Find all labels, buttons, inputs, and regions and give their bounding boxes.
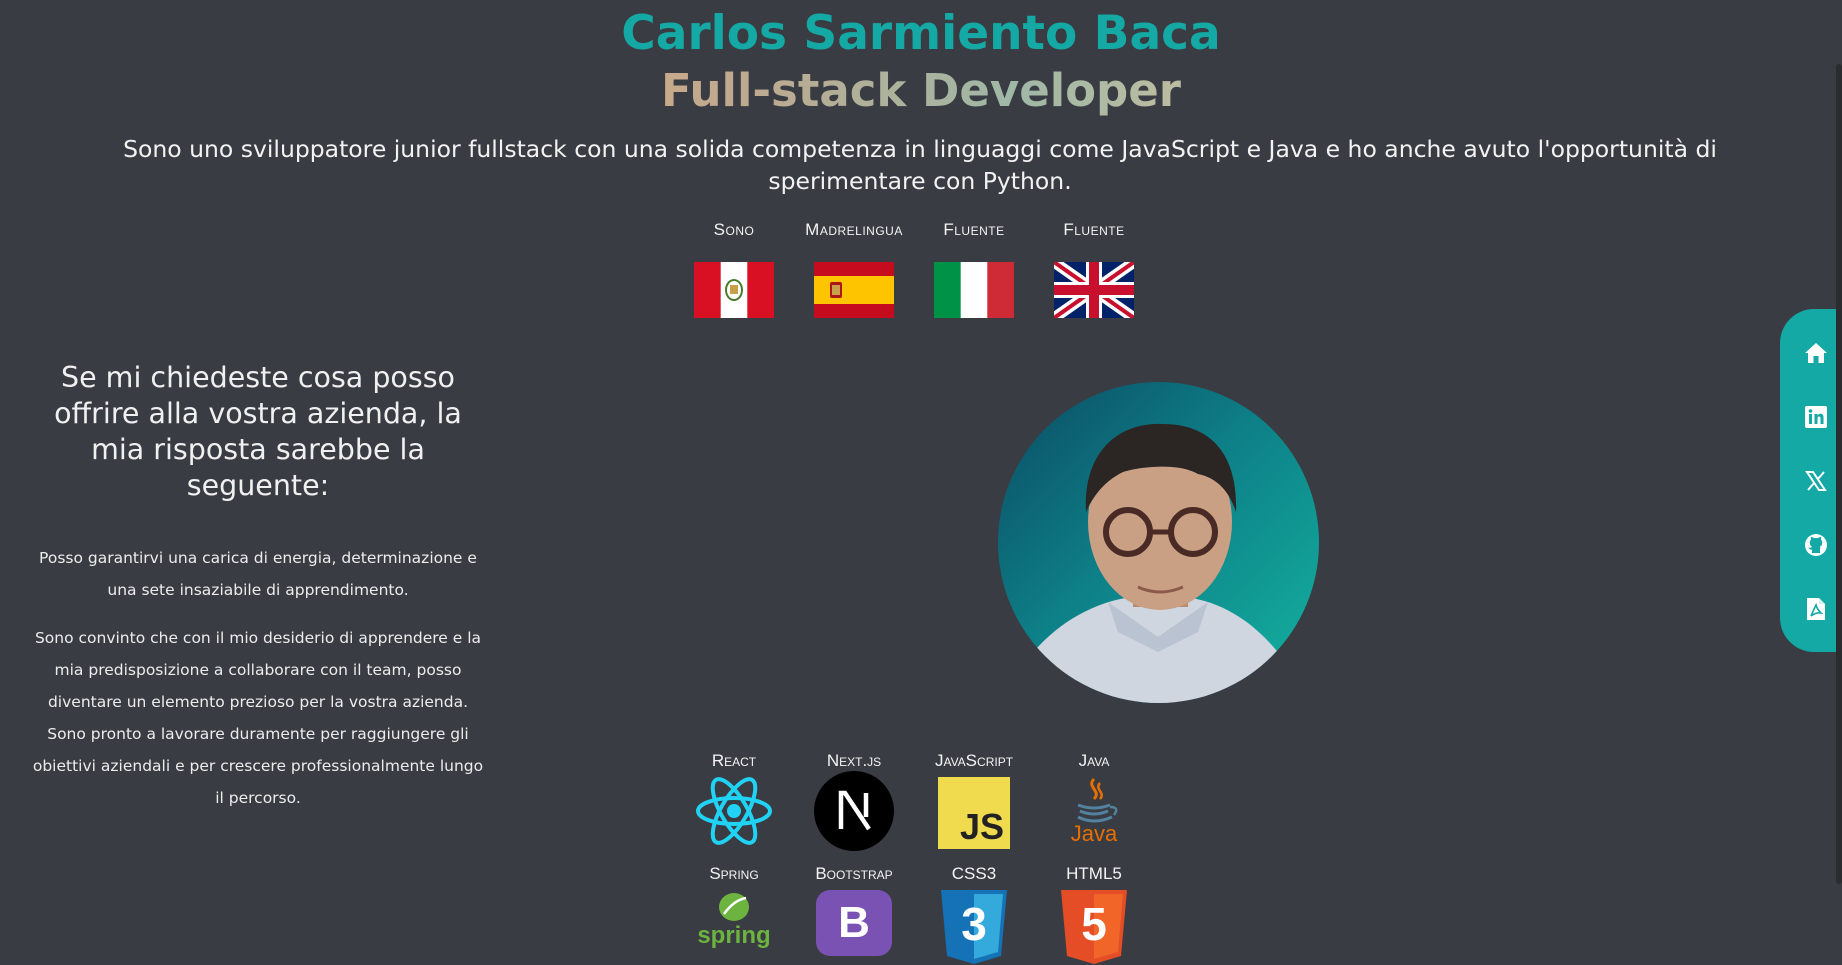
- language-label: Fluente: [943, 220, 1005, 239]
- tech-bootstrap: Bootstrap B: [794, 862, 914, 956]
- bootstrap-icon: B: [816, 890, 892, 956]
- home-icon: [1805, 343, 1827, 363]
- nextjs-icon: [814, 771, 894, 851]
- linkedin-icon: [1805, 406, 1827, 428]
- tech-css3: CSS3 3: [914, 862, 1034, 964]
- java-icon-text: Java: [1070, 821, 1118, 846]
- bootstrap-icon-text: B: [838, 898, 870, 947]
- tech-label: CSS3: [951, 864, 997, 883]
- pitch-paragraph-2: Sono convinto che con il mio desiderio d…: [32, 629, 484, 807]
- language-spanish: Madrelingua: [794, 218, 914, 318]
- tech-label: Spring: [709, 864, 759, 883]
- x-icon: [1805, 471, 1827, 491]
- spring-icon-text: spring: [697, 922, 771, 949]
- leaf-icon: [719, 893, 749, 921]
- pdf-icon: [1807, 598, 1825, 620]
- github-icon: [1805, 534, 1827, 556]
- cv-pdf-link[interactable]: [1802, 595, 1830, 623]
- home-link[interactable]: [1802, 339, 1830, 367]
- tech-label: Bootstrap: [815, 864, 893, 883]
- language-label: Fluente: [1063, 220, 1125, 239]
- tech-react: React: [674, 749, 794, 845]
- social-sidebar: [1780, 309, 1842, 652]
- language-italian: Fluente: [914, 218, 1034, 318]
- tech-java: Java Java: [1034, 749, 1154, 849]
- linkedin-link[interactable]: [1802, 403, 1830, 431]
- html5-icon: 5: [1059, 890, 1129, 964]
- react-icon: [696, 777, 772, 845]
- language-label: Madrelingua: [805, 220, 903, 239]
- developer-name: Carlos Sarmiento Baca: [621, 6, 1221, 61]
- javascript-icon: JS: [938, 777, 1010, 849]
- coffee-cup-icon: [1077, 777, 1118, 823]
- pitch-section: Se mi chiedeste cosa posso offrire alla …: [28, 360, 488, 814]
- tech-label: HTML5: [1066, 864, 1122, 883]
- tech-label: Next.js: [826, 751, 882, 770]
- tech-nextjs: Next.js: [794, 749, 914, 851]
- header: Carlos Sarmiento Baca Full-stack Develop…: [0, 6, 1842, 120]
- profile-photo: [998, 382, 1319, 703]
- tech-label: React: [711, 751, 757, 770]
- tech-label: Java: [1078, 751, 1110, 770]
- developer-role: Full-stack Developer: [0, 62, 1842, 120]
- tech-label: JavaScript: [934, 751, 1014, 770]
- tech-spring: Spring spring: [674, 862, 794, 960]
- page-scrollbar[interactable]: [1836, 64, 1842, 884]
- language-peru: Sono: [674, 218, 794, 318]
- html5-icon-text: 5: [1081, 898, 1107, 950]
- uk-flag-icon: [1054, 262, 1134, 318]
- java-icon: Java: [1064, 777, 1124, 849]
- pitch-title: Se mi chiedeste cosa posso offrire alla …: [54, 361, 462, 502]
- css3-icon: 3: [939, 890, 1009, 964]
- language-english: Fluente: [1034, 218, 1154, 318]
- language-label: Sono: [713, 220, 755, 239]
- italy-flag-icon: [934, 262, 1014, 318]
- spain-flag-icon: [814, 262, 894, 318]
- peru-flag-icon: [694, 262, 774, 318]
- css3-icon-text: 3: [961, 898, 987, 950]
- x-link[interactable]: [1802, 467, 1830, 495]
- tech-javascript: JavaScript JS: [914, 749, 1034, 849]
- person-portrait-icon: [1018, 423, 1298, 703]
- spring-icon: spring: [694, 890, 774, 960]
- pitch-paragraph-1: Posso garantirvi una carica di energia, …: [39, 549, 477, 599]
- javascript-icon-text: JS: [959, 806, 1004, 847]
- tech-html5: HTML5 5: [1034, 862, 1154, 964]
- intro-text: Sono uno sviluppatore junior fullstack c…: [123, 135, 1717, 195]
- github-link[interactable]: [1802, 531, 1830, 559]
